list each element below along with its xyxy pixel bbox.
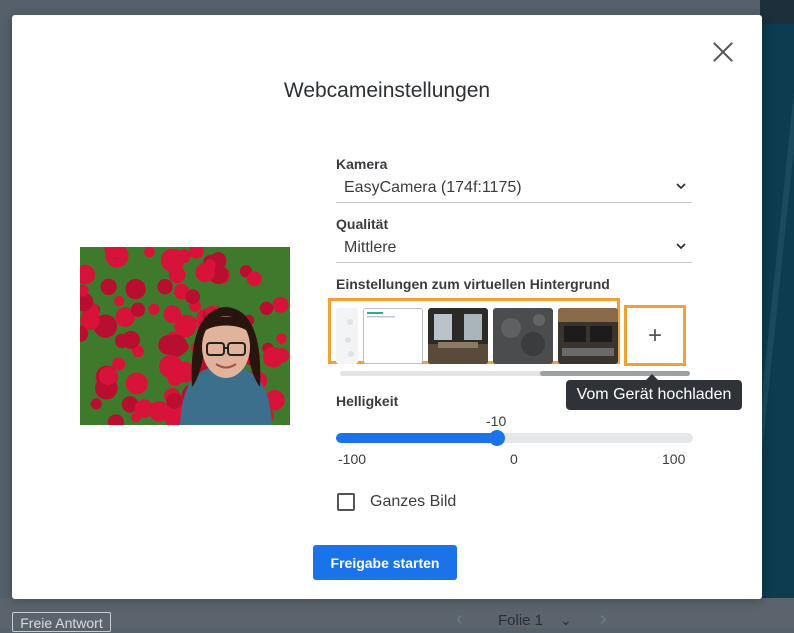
flower (130, 302, 146, 317)
thumbnails-scrollbar[interactable] (340, 371, 690, 376)
flower (246, 271, 262, 287)
chevron-down-icon (676, 243, 686, 250)
flower (274, 348, 290, 363)
flower (100, 278, 117, 295)
brightness-slider-handle[interactable] (488, 430, 505, 446)
camera-label: Kamera (336, 156, 388, 172)
flower (164, 334, 188, 357)
full-image-label: Ganzes Bild (370, 493, 457, 510)
quality-select[interactable]: Mittlere (336, 235, 692, 263)
quality-select-value: Mittlere (344, 239, 397, 256)
virtual-background-thumb-office[interactable] (428, 308, 488, 364)
slide-selector-label[interactable]: Folie 1 (498, 612, 543, 629)
virtual-background-thumb-conference[interactable] (558, 308, 618, 364)
webcam-preview (80, 247, 290, 425)
flower (144, 247, 155, 258)
full-image-checkbox[interactable] (337, 493, 355, 511)
free-answer-button[interactable]: Freie Antwort (12, 612, 111, 632)
start-sharing-button[interactable]: Freigabe starten (313, 545, 457, 580)
flower (90, 398, 102, 410)
webcam-preview-image (80, 247, 290, 425)
virtual-background-thumb-blur[interactable] (336, 308, 358, 364)
document-thumbnail (364, 309, 422, 363)
flower (113, 295, 125, 307)
virtual-background-label: Einstellungen zum virtuellen Hintergrund (336, 276, 610, 292)
plus-icon: + (647, 322, 662, 349)
background-corner (760, 0, 794, 24)
flower (122, 330, 140, 349)
brightness-slider[interactable] (336, 430, 693, 446)
brightness-mid-label: 0 (510, 451, 518, 467)
flower (174, 314, 197, 338)
background-side-panel (740, 0, 794, 600)
thumbnails-scrollbar-thumb[interactable] (540, 371, 690, 376)
conference-thumbnail (558, 308, 618, 364)
flower (99, 366, 118, 385)
flower (148, 303, 160, 315)
blur-thumbnail (336, 308, 358, 364)
dialog-title: Webcameinstellungen (283, 79, 491, 102)
flower (125, 372, 148, 395)
texture-thumbnail (493, 308, 553, 364)
camera-select-value: EasyCamera (174f:1175) (344, 179, 522, 196)
brightness-slider-fill (336, 433, 497, 443)
flower (168, 266, 186, 284)
flower (185, 289, 201, 305)
brightness-value: -10 (486, 413, 507, 429)
flower (276, 333, 287, 344)
background-footer (0, 598, 794, 628)
flower (195, 262, 215, 283)
flower (159, 354, 183, 379)
upload-tooltip: Vom Gerät hochladen (566, 374, 742, 410)
flower (149, 400, 170, 422)
quality-label: Qualität (336, 216, 389, 232)
brightness-label: Helligkeit (336, 393, 399, 409)
virtual-background-thumb-document[interactable] (363, 308, 423, 364)
webcam-settings-dialog: Webcameinstellungen Kamera EasyCamera (1… (12, 15, 762, 599)
flower (166, 392, 183, 409)
brightness-min-label: -100 (338, 451, 367, 467)
flower (259, 301, 274, 315)
flower (125, 278, 146, 300)
close-icon[interactable] (712, 41, 734, 63)
upload-background-button[interactable]: + (624, 305, 686, 366)
chevron-down-icon (676, 183, 686, 190)
flower (272, 296, 289, 313)
chevron-down-icon[interactable]: ⌄ (560, 612, 572, 629)
brightness-max-label: 100 (662, 451, 686, 467)
camera-select[interactable]: EasyCamera (174f:1175) (336, 175, 692, 203)
virtual-background-thumb-texture[interactable] (493, 308, 553, 364)
flower (157, 279, 173, 295)
office-thumbnail (428, 308, 488, 364)
